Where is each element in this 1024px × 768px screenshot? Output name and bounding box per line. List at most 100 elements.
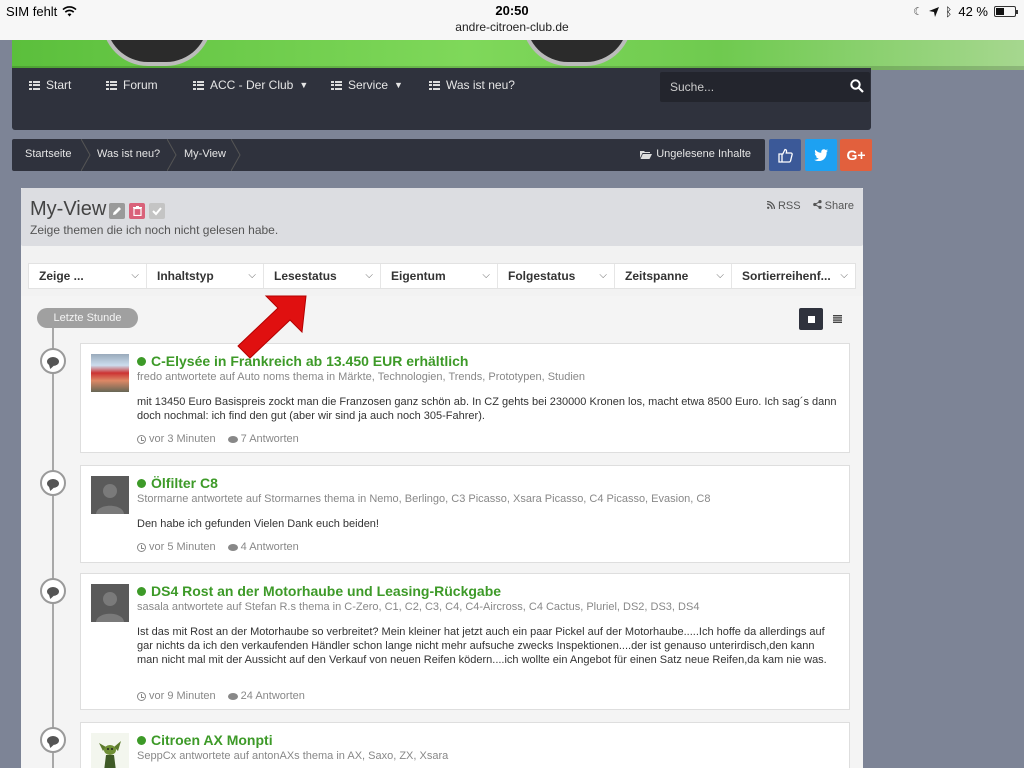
filter-timespan[interactable]: Zeitspanne ⌵ <box>615 264 732 288</box>
list-icon <box>331 80 342 90</box>
nav-item-club[interactable]: ACC - Der Club ▼ <box>193 78 308 92</box>
comment-icon <box>227 692 238 700</box>
thumbs-up-icon <box>777 148 793 163</box>
timeline-node <box>40 578 66 604</box>
check-icon <box>152 207 162 216</box>
reply-count[interactable]: 4 Antworten <box>227 541 299 553</box>
list-item[interactable]: Citroen AX Monpti SeppCx antwortete auf … <box>80 722 850 768</box>
clock-icon <box>137 542 146 552</box>
post-excerpt: Ist das mit Rost an der Motorhaube so ve… <box>137 626 827 666</box>
avatar[interactable] <box>91 733 129 768</box>
rss-icon <box>766 200 776 210</box>
thread-title-link[interactable]: Citroen AX Monpti <box>137 732 273 748</box>
thread-stats: vor 9 Minuten 24 Antworten <box>137 690 305 702</box>
nav-item-service[interactable]: Service ▼ <box>331 78 403 92</box>
timeline-line <box>52 322 54 768</box>
timeline-group-label[interactable]: Letzte Stunde <box>37 308 138 328</box>
address-url[interactable]: andre-citroen-club.de <box>0 20 1024 34</box>
reply-count[interactable]: 7 Antworten <box>227 433 299 445</box>
thread-title-link[interactable]: Ölfilter C8 <box>137 475 218 491</box>
list-icon <box>106 80 117 90</box>
edit-button[interactable] <box>109 203 125 219</box>
unread-content-label: Ungelesene Inhalte <box>656 148 751 160</box>
comment-icon <box>47 478 59 488</box>
comment-icon <box>227 435 238 443</box>
list-item[interactable]: C-Elysée in Frankreich ab 13.450 EUR erh… <box>80 343 850 453</box>
facebook-like-button[interactable] <box>769 139 801 171</box>
page-title: My-View <box>30 198 107 220</box>
chevron-down-icon: ⌵ <box>716 270 724 281</box>
square-icon <box>807 315 815 323</box>
page-header-links: RSS Share <box>766 200 854 212</box>
thread-meta: SeppCx antwortete auf antonAXs thema in … <box>137 750 449 762</box>
search-input[interactable] <box>660 72 840 102</box>
chevron-down-icon: ⌵ <box>131 270 139 281</box>
list-item[interactable]: Ölfilter C8 Stormarne antwortete auf Sto… <box>80 465 850 563</box>
chevron-down-icon: ⌵ <box>248 270 256 281</box>
filter-ownership[interactable]: Eigentum ⌵ <box>381 264 498 288</box>
thread-title-link[interactable]: DS4 Rost an der Motorhaube und Leasing-R… <box>137 583 501 599</box>
timeline-node <box>40 470 66 496</box>
nav-item-start[interactable]: Start <box>29 78 71 92</box>
unread-content-link[interactable]: Ungelesene Inhalte <box>640 148 751 160</box>
post-time: vor 9 Minuten <box>137 690 216 702</box>
avatar[interactable] <box>91 476 129 514</box>
default-avatar-icon <box>96 484 124 514</box>
comment-icon <box>47 356 59 366</box>
unread-dot-icon <box>137 356 146 366</box>
chevron-down-icon: ⌵ <box>840 270 848 281</box>
thread-stats: vor 3 Minuten 7 Antworten <box>137 433 299 445</box>
breadcrumb-separator <box>167 139 177 171</box>
list-item[interactable]: DS4 Rost an der Motorhaube und Leasing-R… <box>80 573 850 710</box>
delete-button[interactable] <box>129 203 145 219</box>
post-time: vor 5 Minuten <box>137 541 216 553</box>
clock-icon <box>137 691 146 701</box>
unread-dot-icon <box>137 586 146 596</box>
filter-follow-status[interactable]: Folgestatus ⌵ <box>498 264 615 288</box>
list-icon <box>429 80 440 90</box>
timeline-node <box>40 348 66 374</box>
filter-bar: Zeige ... ⌵ Inhaltstyp ⌵ Lesestatus ⌵ Eigen… <box>28 263 856 289</box>
rss-link[interactable]: RSS <box>766 200 801 212</box>
share-link[interactable]: Share <box>812 200 854 212</box>
breadcrumb-home[interactable]: Startseite <box>25 148 71 160</box>
search-icon[interactable] <box>850 79 864 93</box>
reply-count[interactable]: 24 Antworten <box>227 690 305 702</box>
nav-item-forum[interactable]: Forum <box>106 78 158 92</box>
comment-icon <box>47 586 59 596</box>
twitter-share-button[interactable] <box>805 139 837 171</box>
moon-icon: ☾ <box>913 6 924 18</box>
main-content: My-View Zeige themen die ich noch nicht … <box>21 188 863 768</box>
list-view-button[interactable] <box>825 308 849 330</box>
caret-down-icon: ▼ <box>394 80 403 90</box>
avatar[interactable] <box>91 354 129 392</box>
main-navigation: Start Forum ACC - Der Club ▼ Service ▼ W… <box>12 68 871 130</box>
character-avatar-icon <box>99 741 121 768</box>
timeline-node <box>40 727 66 753</box>
mark-read-button[interactable] <box>149 203 165 219</box>
page-title-actions <box>109 203 165 219</box>
filter-sort-order[interactable]: Sortierreihenf... ⌵ <box>732 264 855 288</box>
google-plus-share-button[interactable]: G+ <box>840 139 872 171</box>
filter-content-type[interactable]: Inhaltstyp ⌵ <box>147 264 264 288</box>
location-arrow-icon <box>929 6 940 17</box>
battery-icon <box>994 6 1018 17</box>
breadcrumb-current[interactable]: My-View <box>184 148 226 160</box>
unread-dot-icon <box>137 735 146 745</box>
system-status: ☾ ᛒ 42 % <box>913 4 1018 19</box>
grid-view-button[interactable] <box>799 308 823 330</box>
thread-meta: fredo antwortete auf Auto noms thema in … <box>137 371 586 383</box>
nav-item-whats-new[interactable]: Was ist neu? <box>429 78 515 92</box>
avatar[interactable] <box>91 584 129 622</box>
post-excerpt: mit 13450 Euro Basispreis zockt man die … <box>137 396 837 422</box>
breadcrumb: Startseite Was ist neu? My-View Ungelese… <box>12 139 765 171</box>
activity-timeline: Letzte Stunde C-Elysée in Frankreich ab … <box>21 296 863 768</box>
search-box <box>660 72 870 102</box>
post-excerpt: Den habe ich gefunden Vielen Dank euch b… <box>137 518 379 530</box>
filter-read-status[interactable]: Lesestatus ⌵ <box>264 264 381 288</box>
status-bar: SIM fehlt 20:50 andre-citroen-club.de ☾ … <box>0 0 1024 40</box>
breadcrumb-whats-new[interactable]: Was ist neu? <box>97 148 160 160</box>
comment-icon <box>227 543 238 551</box>
thread-stats: vor 5 Minuten 4 Antworten <box>137 541 299 553</box>
filter-show[interactable]: Zeige ... ⌵ <box>29 264 147 288</box>
